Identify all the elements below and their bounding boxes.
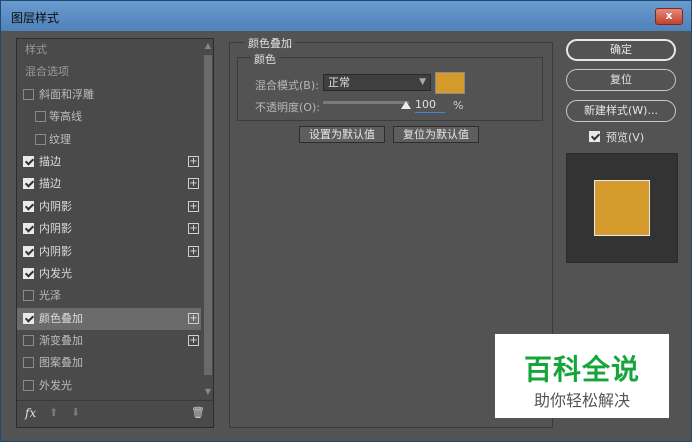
list-item[interactable]: 图案叠加 — [17, 352, 201, 374]
sub-title: 颜色 — [251, 51, 279, 67]
watermark-subtitle: 助你轻松解决 — [533, 391, 630, 410]
item-checkbox[interactable] — [35, 111, 46, 123]
add-instance-icon[interactable]: + — [188, 200, 199, 212]
item-checkbox[interactable] — [23, 267, 34, 279]
delete-icon[interactable]: 🗑 — [191, 406, 205, 419]
list-item[interactable]: 斜面和浮雕 — [17, 84, 201, 106]
item-label: 外发光 — [39, 378, 72, 392]
list-item[interactable]: 颜色叠加 + — [17, 307, 201, 331]
list-item[interactable]: 纹理 — [17, 129, 201, 151]
blend-mode-label: 混合模式(B): — [255, 79, 319, 92]
move-down-icon[interactable]: ⬇ — [71, 406, 80, 419]
list-header: 样式 — [25, 43, 47, 56]
item-label: 斜面和浮雕 — [39, 87, 94, 101]
list-item[interactable]: 描边 + — [17, 151, 201, 173]
item-checkbox[interactable] — [23, 335, 34, 347]
list-item[interactable]: 描边 + — [17, 173, 201, 195]
add-instance-icon[interactable]: + — [188, 245, 199, 257]
item-checkbox[interactable] — [23, 155, 34, 167]
item-checkbox[interactable] — [23, 178, 34, 190]
item-label: 纹理 — [49, 132, 71, 146]
blend-mode-value: 正常 — [328, 76, 350, 89]
item-label: 描边 — [39, 177, 61, 191]
window-title: 图层样式 — [11, 11, 60, 25]
color-swatch[interactable] — [435, 72, 465, 94]
opacity-unit: % — [453, 99, 464, 112]
preview-thumbnail — [594, 180, 650, 236]
item-checkbox[interactable] — [23, 88, 34, 100]
blend-mode-select[interactable]: 正常 ▼ — [323, 74, 431, 91]
add-instance-icon[interactable]: + — [188, 178, 199, 190]
item-label: 内阴影 — [39, 222, 72, 236]
list-item[interactable]: 等高线 — [17, 106, 201, 128]
opacity-input[interactable]: 100 — [415, 98, 445, 113]
item-label: 描边 — [39, 154, 61, 168]
layer-style-dialog: 图层样式 x 样式 混合选项 斜面和浮雕 等高线 纹理 描边 + 描边 + 内阴影 + 内阴影 + 内阴… — [0, 0, 692, 442]
style-list-panel: 样式 混合选项斜面和浮雕等高线纹理描边 + 描边 + 内阴影 + 内阴影 + 内阴影 + 内发光光泽… — [16, 38, 214, 428]
opacity-label: 不透明度(O): — [255, 101, 320, 114]
list-item[interactable]: 内阴影 + — [17, 218, 201, 240]
item-checkbox[interactable] — [23, 312, 34, 324]
item-checkbox[interactable] — [23, 245, 34, 257]
item-label: 颜色叠加 — [39, 311, 83, 325]
add-instance-icon[interactable]: + — [188, 155, 199, 167]
item-label: 等高线 — [49, 110, 82, 124]
style-list: 样式 混合选项斜面和浮雕等高线纹理描边 + 描边 + 内阴影 + 内阴影 + 内阴影 + 内发光光泽… — [17, 39, 201, 401]
list-item[interactable]: 外发光 — [17, 375, 201, 397]
fx-menu-icon[interactable]: fx — [25, 406, 36, 420]
list-scrollbar[interactable]: ▲ ▼ — [203, 39, 213, 401]
list-item[interactable]: 内阴影 + — [17, 241, 201, 263]
opacity-slider-track[interactable] — [323, 101, 409, 104]
group-title: 颜色叠加 — [245, 35, 295, 51]
preview-label: 预览(V) — [606, 131, 645, 144]
item-checkbox[interactable] — [23, 223, 34, 235]
set-default-button[interactable]: 设置为默认值 — [299, 126, 385, 143]
scroll-up-icon[interactable]: ▲ — [203, 41, 213, 53]
item-label: 内阴影 — [39, 199, 72, 213]
item-checkbox[interactable] — [23, 290, 34, 302]
chevron-down-icon: ▼ — [419, 77, 426, 87]
title-bar: 图层样式 x — [1, 1, 691, 31]
item-label: 内阴影 — [39, 244, 72, 258]
blend-options-item[interactable]: 混合选项 — [17, 61, 201, 83]
list-item[interactable]: 光泽 — [17, 285, 201, 307]
list-item[interactable]: 内发光 — [17, 263, 201, 285]
list-footer: fx ⬆ ⬇ 🗑 — [17, 400, 213, 427]
ok-button[interactable]: 确定 — [566, 39, 676, 61]
move-up-icon[interactable]: ⬆ — [49, 406, 58, 419]
reset-default-button[interactable]: 复位为默认值 — [393, 126, 479, 143]
item-label: 图案叠加 — [39, 356, 83, 370]
item-label: 渐变叠加 — [39, 334, 83, 348]
close-button[interactable]: x — [655, 8, 683, 25]
watermark-title: 百科全说 — [523, 353, 640, 386]
list-item[interactable]: 渐变叠加 + — [17, 330, 201, 352]
item-label: 内发光 — [39, 266, 72, 280]
watermark: 百科全说 助你轻松解决 — [495, 334, 669, 418]
new-style-button[interactable]: 新建样式(W)... — [566, 100, 676, 122]
list-item[interactable]: 内阴影 + — [17, 196, 201, 218]
item-checkbox[interactable] — [23, 379, 34, 391]
reset-button[interactable]: 复位 — [566, 69, 676, 91]
preview-checkbox[interactable] — [589, 131, 600, 142]
add-instance-icon[interactable]: + — [188, 223, 199, 235]
item-checkbox[interactable] — [35, 133, 46, 145]
add-instance-icon[interactable]: + — [188, 312, 199, 324]
add-instance-icon[interactable]: + — [188, 335, 199, 347]
item-checkbox[interactable] — [23, 357, 34, 369]
scrollbar-thumb[interactable] — [204, 55, 212, 375]
item-checkbox[interactable] — [23, 200, 34, 212]
opacity-slider-handle[interactable] — [401, 101, 411, 109]
item-label: 光泽 — [39, 289, 61, 303]
scroll-down-icon[interactable]: ▼ — [203, 387, 213, 399]
